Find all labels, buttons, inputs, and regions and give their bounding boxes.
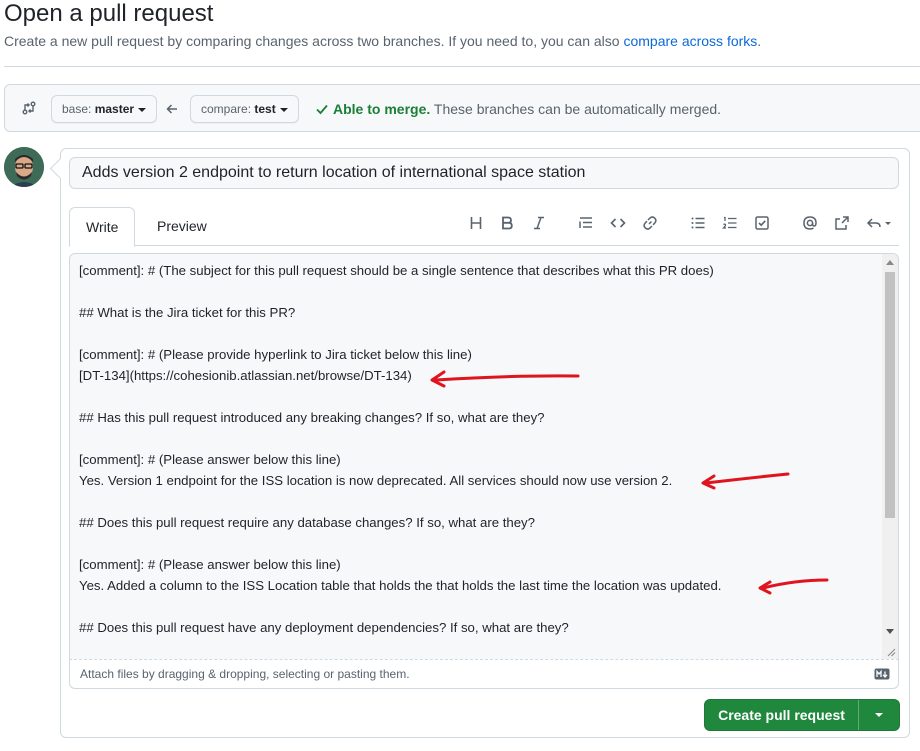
editor-line: ## Does this pull request have any deplo… [79, 620, 569, 635]
avatar-image [4, 147, 44, 187]
heading-button[interactable] [466, 215, 486, 231]
editor-line: Yes. Version 1 endpoint for the ISS loca… [79, 473, 673, 488]
avatar[interactable] [4, 147, 44, 187]
editor-line: Yes. Added a column to the ISS Location … [79, 578, 722, 593]
merge-ok-label: Able to merge. [333, 101, 431, 117]
mention-icon [803, 216, 817, 230]
compare-forks-link[interactable]: compare across forks [623, 33, 757, 49]
quote-icon [579, 217, 592, 228]
mention-button[interactable] [800, 215, 820, 231]
page-title: Open a pull request [4, 0, 214, 27]
task-list-button[interactable] [752, 215, 772, 231]
italic-button[interactable] [529, 215, 549, 231]
ordered-list-button[interactable] [720, 215, 740, 231]
create-pull-request-button[interactable]: Create pull request [704, 699, 900, 731]
chevron-down-icon [279, 107, 288, 112]
scroll-down-icon[interactable] [886, 629, 894, 634]
editor-body: [comment]: # (The subject for this pull … [79, 260, 879, 638]
editor-line: ## What is the Jira ticket for this PR? [79, 305, 296, 320]
quote-button[interactable] [576, 215, 596, 231]
reference-button[interactable] [832, 215, 852, 231]
editor-line: [comment]: # (Please answer below this l… [79, 452, 341, 467]
base-prefix: base: [62, 102, 92, 116]
tab-write[interactable]: Write [69, 207, 136, 247]
compare-branch-select[interactable]: compare: test [190, 95, 299, 123]
compare-range-bar: base: master compare: test Able to merge… [4, 84, 920, 132]
editor-line: [comment]: # (Please provide hyperlink t… [79, 347, 472, 362]
scroll-thumb[interactable] [885, 272, 895, 518]
base-branch-name: master [94, 102, 135, 116]
merge-status: Able to merge. These branches can be aut… [315, 101, 721, 117]
subtitle-end: . [757, 33, 762, 49]
create-options-dropdown[interactable] [859, 700, 899, 730]
italic-icon [534, 216, 544, 230]
header-divider [4, 66, 920, 67]
editor-line: [DT-134](https://cohesionib.atlassian.ne… [79, 368, 412, 383]
merge-status-text: These branches can be automatically merg… [433, 101, 722, 117]
code-icon [610, 218, 626, 228]
reply-button[interactable] [866, 215, 894, 231]
bold-button[interactable] [497, 215, 517, 231]
check-icon [316, 104, 328, 115]
git-compare-icon [22, 101, 36, 115]
attach-files-bar[interactable]: Attach files by dragging & dropping, sel… [69, 659, 899, 689]
markdown-editor[interactable]: [comment]: # (The subject for this pull … [69, 253, 899, 659]
link-icon [643, 216, 657, 230]
create-pull-request-label: Create pull request [718, 707, 845, 723]
task-list-icon [755, 216, 769, 230]
markdown-icon [874, 668, 890, 680]
link-button[interactable] [640, 215, 660, 231]
editor-scrollbar[interactable] [882, 254, 898, 659]
pr-title-input[interactable] [69, 157, 899, 189]
code-button[interactable] [608, 215, 628, 231]
tab-preview[interactable]: Preview [141, 207, 223, 247]
unordered-list-button[interactable] [688, 215, 708, 231]
pull-request-form: Write Preview [comment]: # (The subject … [60, 148, 910, 738]
tabs-divider [69, 245, 899, 246]
attach-files-text: Attach files by dragging & dropping, sel… [80, 667, 410, 681]
editor-line: [comment]: # (The subject for this pull … [79, 263, 714, 278]
compare-branch-name: test [254, 102, 276, 116]
arrow-left-icon [166, 104, 177, 114]
base-branch-select[interactable]: base: master [51, 95, 158, 123]
bold-icon [502, 216, 513, 230]
reference-icon [835, 216, 849, 230]
chevron-down-icon [138, 107, 147, 112]
ordered-list-icon [721, 216, 737, 229]
compare-prefix: compare: [201, 102, 252, 116]
editor-line: ## Has this pull request introduced any … [79, 410, 545, 425]
unordered-list-icon [691, 217, 705, 229]
subtitle-text: Create a new pull request by comparing c… [4, 33, 620, 49]
editor-line: ## Does this pull request require any da… [79, 515, 535, 530]
scroll-up-icon[interactable] [886, 260, 894, 265]
page-subtitle: Create a new pull request by comparing c… [4, 33, 761, 49]
heading-icon [470, 217, 482, 229]
editor-line: [comment]: # (Please answer below this l… [79, 557, 341, 572]
triangle-down-icon [875, 713, 883, 717]
reply-icon [866, 218, 891, 228]
resize-handle-icon[interactable] [886, 647, 896, 657]
